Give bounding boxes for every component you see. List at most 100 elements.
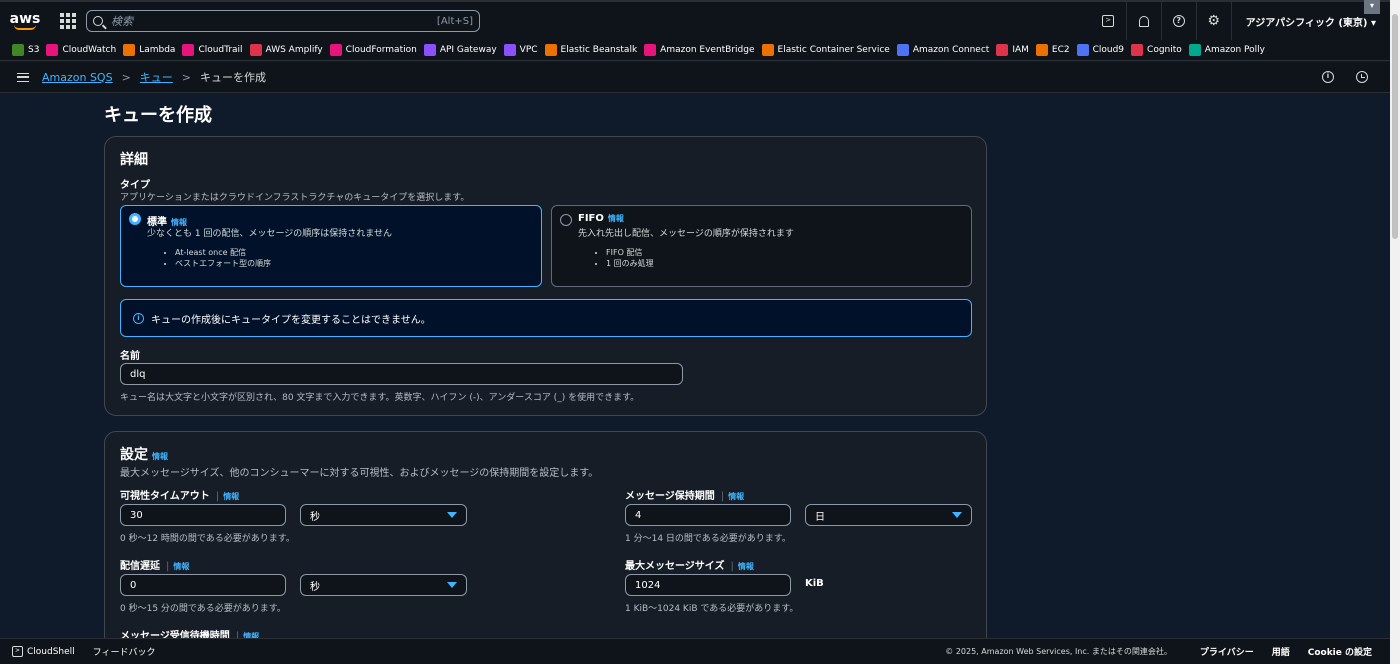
favorite-label: AWS Amplify xyxy=(265,45,323,55)
service-icon xyxy=(1188,44,1201,56)
scrollbar-thumb[interactable] xyxy=(1392,14,1398,239)
aws-logo[interactable]: aws xyxy=(2,12,48,30)
visibility-timeout-hint: 0 秒～12 時間の間である必要があります。 xyxy=(120,534,295,544)
favorite-label: CloudFormation xyxy=(345,45,417,55)
retention-unit-value: 日 xyxy=(815,511,825,523)
retention-label: メッセージ保持期間 xyxy=(625,491,715,502)
info-panel-icon[interactable]: i xyxy=(1322,71,1334,83)
footer-copyright: © 2025, Amazon Web Services, Inc. またはその関… xyxy=(945,647,1172,656)
service-icon xyxy=(423,44,436,56)
visibility-unit-value: 秒 xyxy=(310,511,320,523)
favorite-label: EC2 xyxy=(1051,45,1070,55)
max-size-hint: 1 KiB～1024 KiB である必要があります。 xyxy=(625,604,799,614)
footer-cookie-link[interactable]: Cookie の設定 xyxy=(1308,645,1372,658)
max-size-input[interactable]: 1024 xyxy=(625,574,791,596)
info-alert: i キューの作成後にキュータイプを変更することはできません。 xyxy=(120,299,972,337)
visibility-timeout-label: 可視性タイムアウト xyxy=(120,491,210,502)
fifo-info-link[interactable]: 情報 xyxy=(608,214,624,223)
favorite-aws-amplify[interactable]: AWS Amplify xyxy=(249,44,323,56)
fifo-radio[interactable] xyxy=(560,214,572,226)
favorite-iam[interactable]: IAM xyxy=(996,44,1029,56)
queue-type-standard-tile[interactable]: 標準情報 少なくとも 1 回の配信、メッセージの順序は保持されません At-le… xyxy=(120,205,542,287)
favorite-vpc[interactable]: VPC xyxy=(503,44,538,56)
favorite-label: Lambda xyxy=(139,45,176,55)
footer-feedback-link[interactable]: フィードバック xyxy=(93,645,156,658)
favorite-lambda[interactable]: Lambda xyxy=(123,44,175,56)
type-description: アプリケーションまたはクラウドインフラストラクチャのキュータイプを選択します。 xyxy=(120,193,470,203)
breadcrumb-bar: Amazon SQS > キュー > キューを作成 i xyxy=(0,62,1390,93)
favorite-ec2[interactable]: EC2 xyxy=(1035,44,1070,56)
caret-down-icon xyxy=(952,512,962,518)
cloudshell-icon: > xyxy=(12,646,23,657)
delivery-delay-input[interactable]: 0 xyxy=(120,574,286,596)
service-icon xyxy=(123,44,136,56)
notifications-button[interactable] xyxy=(1125,2,1161,40)
help-button[interactable]: ? xyxy=(1160,2,1196,40)
search-bar[interactable]: [Alt+S] xyxy=(86,10,480,32)
standard-radio[interactable] xyxy=(129,213,141,225)
standard-description: 少なくとも 1 回の配信、メッセージの順序は保持されません xyxy=(147,229,392,239)
favorite-label: Cognito xyxy=(1147,45,1182,55)
queue-type-fifo-tile[interactable]: FIFO 情報 先入れ先出し配信、メッセージの順序が保持されます FIFO 配信 … xyxy=(551,205,972,287)
max-size-info-link[interactable]: 情報 xyxy=(738,562,754,571)
delay-info-link[interactable]: 情報 xyxy=(173,562,189,571)
favorite-cognito[interactable]: Cognito xyxy=(1131,44,1182,56)
queue-name-input[interactable]: dlq xyxy=(120,363,683,385)
visibility-info-link[interactable]: 情報 xyxy=(223,492,239,501)
delivery-delay-unit-select[interactable]: 秒 xyxy=(300,574,467,596)
favorite-label: VPC xyxy=(519,45,538,55)
history-icon[interactable] xyxy=(1356,71,1368,83)
footer-right: © 2025, Amazon Web Services, Inc. またはその関… xyxy=(945,645,1390,658)
footer-bar: > CloudShell フィードバック © 2025, Amazon Web … xyxy=(0,638,1390,664)
menu-icon[interactable] xyxy=(17,72,29,82)
chevron-down-icon[interactable]: ▾ xyxy=(1364,0,1380,14)
favorite-cloudformation[interactable]: CloudFormation xyxy=(329,44,417,56)
retention-info-link[interactable]: 情報 xyxy=(728,492,744,501)
breadcrumb-link-sqs[interactable]: Amazon SQS xyxy=(42,71,113,84)
favorite-label: CloudTrail xyxy=(198,45,243,55)
services-grid-icon[interactable] xyxy=(58,11,78,31)
favorite-amazon-connect[interactable]: Amazon Connect xyxy=(896,44,990,56)
delay-unit-value: 秒 xyxy=(310,581,320,593)
favorite-amazon-eventbridge[interactable]: Amazon EventBridge xyxy=(644,44,755,56)
service-icon xyxy=(249,44,262,56)
breadcrumb-link-queues[interactable]: キュー xyxy=(140,69,173,85)
visibility-timeout-unit-select[interactable]: 秒 xyxy=(300,504,467,526)
retention-input[interactable]: 4 xyxy=(625,504,791,526)
fifo-title-row: FIFO 情報 xyxy=(578,213,624,224)
max-size-label: 最大メッセージサイズ xyxy=(625,561,725,572)
page-title: キューを作成 xyxy=(104,105,212,126)
settings-info-link[interactable]: 情報 xyxy=(152,452,168,461)
delivery-delay-label: 配信遅延 xyxy=(120,561,160,572)
service-icon xyxy=(46,44,59,56)
type-label: タイプ xyxy=(120,180,150,191)
favorite-api-gateway[interactable]: API Gateway xyxy=(423,44,497,56)
favorite-cloud9[interactable]: Cloud9 xyxy=(1076,44,1125,56)
visibility-timeout-input[interactable]: 30 xyxy=(120,504,286,526)
footer-terms-link[interactable]: 用語 xyxy=(1272,645,1290,658)
favorite-label: Cloud9 xyxy=(1092,45,1125,55)
service-icon xyxy=(1131,44,1144,56)
search-input[interactable] xyxy=(111,14,437,28)
details-container: 詳細 タイプ アプリケーションまたはクラウドインフラストラクチャのキュータイプを… xyxy=(104,136,987,416)
retention-unit-select[interactable]: 日 xyxy=(805,504,972,526)
list-item: At-least once 配信 xyxy=(175,247,271,258)
favorite-label: CloudWatch xyxy=(62,45,117,55)
list-item: 1 回のみ処理 xyxy=(606,258,654,269)
favorite-elastic-container-service[interactable]: Elastic Container Service xyxy=(761,44,890,56)
page-scrollbar[interactable] xyxy=(1390,0,1400,664)
cloudshell-button[interactable]: > xyxy=(1091,2,1126,40)
favorite-s3[interactable]: S3 xyxy=(12,44,39,56)
visibility-timeout-label-row: 可視性タイムアウト | 情報 xyxy=(120,491,240,502)
favorite-amazon-polly[interactable]: Amazon Polly xyxy=(1188,44,1265,56)
favorite-cloudtrail[interactable]: CloudTrail xyxy=(182,44,243,56)
settings-button[interactable]: ⚙ xyxy=(1195,2,1231,40)
favorite-cloudwatch[interactable]: CloudWatch xyxy=(46,44,116,56)
max-size-unit: KiB xyxy=(805,578,824,589)
favorite-elastic-beanstalk[interactable]: Elastic Beanstalk xyxy=(544,44,637,56)
footer-privacy-link[interactable]: プライバシー xyxy=(1200,645,1254,658)
favorite-label: Amazon Connect xyxy=(912,45,990,55)
footer-cloudshell-link[interactable]: CloudShell xyxy=(27,647,75,657)
fifo-description: 先入れ先出し配信、メッセージの順序が保持されます xyxy=(578,229,794,239)
settings-description: 最大メッセージサイズ、他のコンシューマーに対する可視性、およびメッセージの保持期… xyxy=(120,468,599,479)
